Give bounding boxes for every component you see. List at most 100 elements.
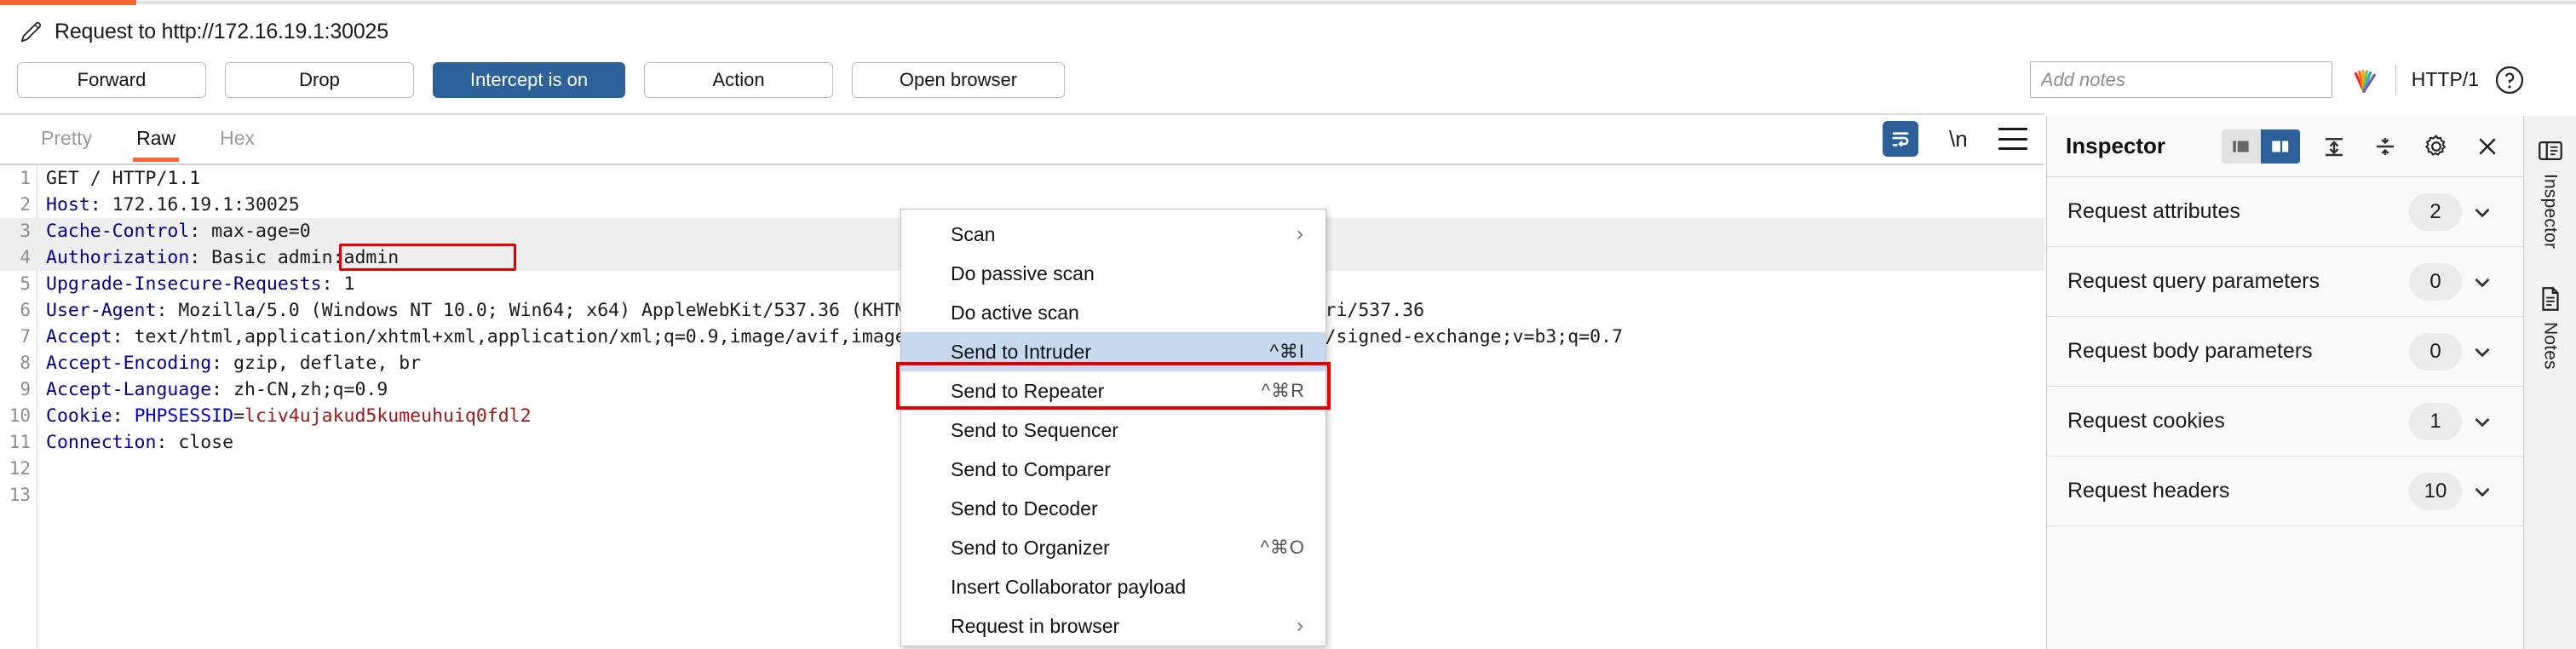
tab-pretty[interactable]: Pretty xyxy=(19,122,114,162)
code-token: Host xyxy=(46,194,90,215)
code-line-text[interactable]: Accept-Language: zh-CN,zh;q=0.9 xyxy=(37,376,388,403)
right-rail: Inspector Notes xyxy=(2523,116,2576,649)
code-token: : Basic admin:admin xyxy=(189,247,400,268)
context-menu-item[interactable]: Do passive scan xyxy=(901,254,1325,293)
code-token: : 1 xyxy=(321,273,355,295)
inspector-row[interactable]: Request attributes 2 xyxy=(2047,177,2523,247)
tab-raw[interactable]: Raw xyxy=(114,122,198,162)
chevron-right-icon: › xyxy=(1297,222,1303,245)
code-line-text[interactable] xyxy=(37,456,46,482)
code-line[interactable]: 1 GET / HTTP/1.1 xyxy=(0,165,2044,192)
code-line-text[interactable] xyxy=(37,482,46,508)
code-line-text[interactable]: Upgrade-Insecure-Requests: 1 xyxy=(37,271,354,297)
code-token: GET / HTTP/1.1 xyxy=(46,168,201,189)
context-menu-item[interactable]: Send to Sequencer xyxy=(901,411,1325,450)
code-line-text[interactable]: Connection: close xyxy=(37,429,233,456)
line-number: 2 xyxy=(20,194,31,215)
layout-right-icon[interactable] xyxy=(2261,129,2300,164)
expand-all-icon[interactable] xyxy=(2317,129,2351,164)
open-browser-button[interactable]: Open browser xyxy=(852,62,1065,98)
rail-inspector-group[interactable]: Inspector xyxy=(2536,136,2565,273)
line-number: 13 xyxy=(9,485,31,505)
gear-icon[interactable] xyxy=(2419,129,2453,164)
context-menu-item-label: Send to Intruder xyxy=(951,340,1091,363)
context-menu-item[interactable]: Send to Organizer ^⌘O xyxy=(901,528,1325,567)
action-button[interactable]: Action xyxy=(644,62,833,98)
collapse-all-icon[interactable] xyxy=(2368,129,2402,164)
intercept-toggle-button[interactable]: Intercept is on xyxy=(433,62,625,98)
chevron-down-icon[interactable] xyxy=(2462,199,2503,225)
inspector-row[interactable]: Request cookies 1 xyxy=(2047,387,2523,457)
code-token: Cookie xyxy=(46,405,112,427)
http-version-label: HTTP/1 xyxy=(2411,68,2479,90)
context-menu-item[interactable]: Send to Repeater ^⌘R xyxy=(901,371,1325,411)
inspector-row-label: Request query parameters xyxy=(2067,269,2320,293)
code-line-text[interactable]: Cookie: PHPSESSID=lciv4ujakud5kumeuhuiq0… xyxy=(37,403,532,429)
inspector-row[interactable]: Request query parameters 0 xyxy=(2047,247,2523,317)
code-line-text[interactable]: Accept-Encoding: gzip, deflate, br xyxy=(37,350,421,376)
inspector-row-label: Request headers xyxy=(2067,479,2230,503)
context-menu-shortcut: ^⌘I xyxy=(1269,341,1305,362)
newline-toggle[interactable]: \n xyxy=(1949,126,1968,152)
chevron-down-icon[interactable] xyxy=(2462,409,2503,434)
context-menu-item[interactable]: Send to Comparer xyxy=(901,450,1325,489)
line-number: 12 xyxy=(9,458,31,479)
code-line-text[interactable]: Accept: text/html,application/xhtml+xml,… xyxy=(37,324,1623,350)
rail-notes-label[interactable]: Notes xyxy=(2540,322,2561,370)
drop-button[interactable]: Drop xyxy=(225,62,414,98)
context-menu-item[interactable]: Scan › xyxy=(901,215,1325,254)
context-menu[interactable]: Scan › Do passive scan Do active scan Send t… xyxy=(900,209,1326,646)
notes-page-icon[interactable] xyxy=(2536,284,2565,313)
tab-hex[interactable]: Hex xyxy=(198,122,277,162)
code-token: : zh-CN,zh;q=0.9 xyxy=(211,379,388,400)
top-accent-bar xyxy=(0,0,2576,5)
context-menu-shortcut: ^⌘R xyxy=(1261,380,1305,401)
line-number: 5 xyxy=(20,273,31,294)
code-line-text[interactable]: Cache-Control: max-age=0 xyxy=(37,218,311,244)
code-token: Upgrade-Insecure-Requests xyxy=(46,273,322,295)
layout-left-icon[interactable] xyxy=(2222,129,2261,164)
context-menu-item[interactable]: Send to Decoder xyxy=(901,489,1325,528)
line-number: 4 xyxy=(20,247,31,267)
line-number: 10 xyxy=(9,405,31,426)
code-token: Authorization xyxy=(46,247,190,268)
top-accent-fill xyxy=(0,0,136,5)
inspector-panel-icon[interactable] xyxy=(2536,136,2565,165)
chevron-down-icon[interactable] xyxy=(2462,269,2503,295)
rail-notes-group[interactable]: Notes xyxy=(2536,284,2565,393)
notes-toolbar-group: HTTP/1 xyxy=(2029,61,2525,98)
context-menu-item[interactable]: Request in browser › xyxy=(901,606,1325,646)
word-wrap-icon[interactable] xyxy=(1883,121,1918,157)
forward-button[interactable]: Forward xyxy=(17,62,206,98)
line-number: 3 xyxy=(20,221,31,241)
code-token: : text/html,application/xhtml+xml,applic… xyxy=(112,326,1624,347)
inspector-row[interactable]: Request body parameters 0 xyxy=(2047,317,2523,387)
chevron-down-icon[interactable] xyxy=(2462,479,2503,504)
context-menu-item-label: Do active scan xyxy=(951,301,1079,324)
inspector-row[interactable]: Request headers 10 xyxy=(2047,457,2523,526)
context-menu-shortcut: ^⌘O xyxy=(1260,537,1305,558)
context-menu-item[interactable]: Do active scan xyxy=(901,293,1325,332)
code-token: User-Agent xyxy=(46,300,157,321)
code-line-text[interactable]: Authorization: Basic admin:admin xyxy=(37,244,399,271)
line-number: 11 xyxy=(9,432,31,452)
context-menu-item-label: Insert Collaborator payload xyxy=(951,575,1187,598)
chevron-down-icon[interactable] xyxy=(2462,339,2503,365)
help-circle-icon[interactable] xyxy=(2494,65,2525,95)
code-line-text[interactable]: GET / HTTP/1.1 xyxy=(37,165,200,192)
context-menu-item[interactable]: Send to Intruder ^⌘I xyxy=(901,332,1325,371)
code-line-text[interactable]: Host: 172.16.19.1:30025 xyxy=(37,192,300,218)
notes-input[interactable] xyxy=(2029,61,2332,98)
page-title: Request to http://172.16.19.1:30025 xyxy=(55,19,388,43)
toolbar-bottom-divider xyxy=(0,113,2044,115)
chevron-right-icon: › xyxy=(1297,614,1303,637)
close-icon[interactable] xyxy=(2470,129,2504,164)
editor-tools-group: \n xyxy=(1883,121,2027,157)
code-token: : max-age=0 xyxy=(189,221,311,242)
context-menu-item[interactable]: Insert Collaborator payload xyxy=(901,567,1325,606)
hamburger-menu-icon[interactable] xyxy=(1998,128,2027,150)
editor-tab-strip: Pretty Raw Hex xyxy=(19,122,277,162)
request-title-row: Request to http://172.16.19.1:30025 xyxy=(19,19,388,44)
layout-segmented-control[interactable] xyxy=(2222,129,2300,164)
rail-inspector-label[interactable]: Inspector xyxy=(2540,174,2561,249)
